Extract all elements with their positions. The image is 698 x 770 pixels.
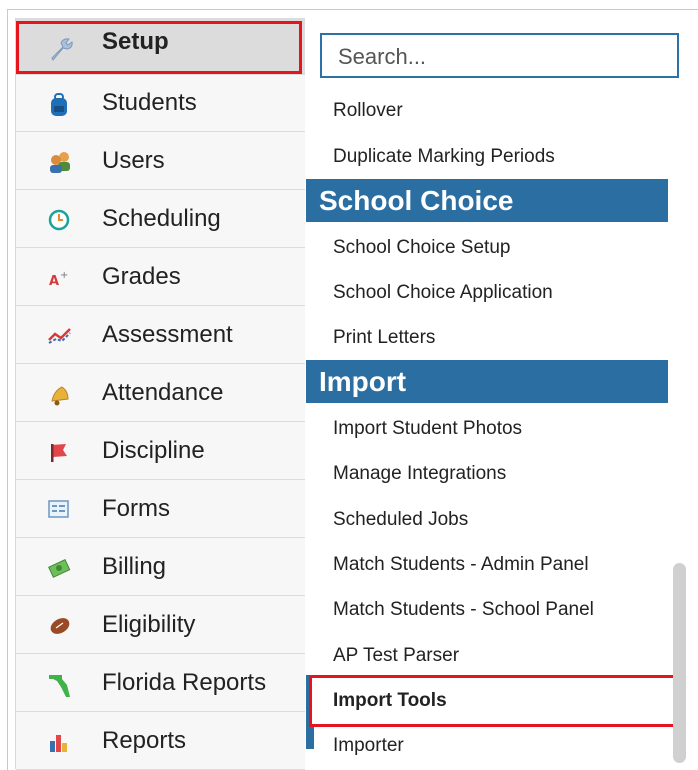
sidebar-item-label: Users (102, 147, 165, 174)
sidebar-item-students[interactable]: Students (16, 75, 305, 132)
menu-item-ap-test-parser[interactable]: AP Test Parser (333, 645, 459, 667)
flag-icon (48, 441, 70, 463)
menu-item-importer[interactable]: Importer (333, 735, 404, 757)
menu-item-match-students-school-panel[interactable]: Match Students - School Panel (333, 599, 594, 621)
bell-icon (48, 383, 70, 406)
sidebar-item-label: Billing (102, 553, 167, 580)
florida-map-icon (48, 673, 70, 697)
scrollbar[interactable] (673, 563, 686, 763)
sidebar-item-discipline[interactable]: Discipline (16, 423, 305, 480)
backpack-icon (48, 93, 70, 116)
sidebar-item-label: Reports (102, 727, 187, 754)
sidebar-item-users[interactable]: Users (16, 133, 305, 190)
sidebar-item-label: Forms (102, 495, 170, 522)
line-chart-icon (48, 325, 71, 347)
sidebar-item-label: Students (102, 89, 197, 116)
menu-item-school-choice-application[interactable]: School Choice Application (333, 282, 553, 304)
users-icon (48, 151, 70, 173)
sidebar-item-label: Assessment (102, 321, 233, 348)
menu-item-manage-integrations[interactable]: Manage Integrations (333, 463, 506, 485)
sidebar-item-scheduling[interactable]: Scheduling (16, 191, 305, 248)
svg-text:+: + (60, 270, 68, 281)
sidebar-item-label: Discipline (102, 437, 205, 464)
clock-icon (48, 209, 70, 231)
menu-item-school-choice-setup[interactable]: School Choice Setup (333, 237, 510, 259)
menu-item-import-student-photos[interactable]: Import Student Photos (333, 418, 522, 440)
menu-item-scheduled-jobs[interactable]: Scheduled Jobs (333, 509, 468, 531)
sidebar-item-label: Eligibility (102, 611, 196, 638)
sidebar-item-eligibility[interactable]: Eligibility (16, 597, 305, 654)
sidebar-item-assessment[interactable]: Assessment (16, 307, 305, 364)
form-icon (48, 499, 70, 521)
menu-item-print-letters[interactable]: Print Letters (333, 327, 435, 349)
money-icon (48, 557, 71, 579)
sidebar-item-florida-reports[interactable]: Florida Reports (16, 655, 305, 712)
sidebar-item-attendance[interactable]: Attendance (16, 365, 305, 422)
menu-item-duplicate-marking-periods[interactable]: Duplicate Marking Periods (333, 146, 555, 168)
sidebar-item-grades[interactable]: A + Grades (16, 249, 305, 306)
menu-item-match-students-admin-panel[interactable]: Match Students - Admin Panel (333, 554, 589, 576)
sidebar-item-label: Setup (102, 28, 169, 55)
football-icon (48, 615, 70, 637)
bar-chart-icon (48, 731, 70, 753)
sidebar: Setup Students Users Scheduling A + Grade… (15, 18, 305, 770)
svg-text:A: A (49, 274, 59, 289)
wrench-icon (48, 36, 73, 61)
sidebar-item-setup[interactable]: Setup (16, 18, 305, 75)
sidebar-item-label: Attendance (102, 379, 224, 406)
menu-item-import-tools[interactable]: Import Tools (333, 690, 447, 712)
section-header-import: Import (306, 360, 668, 403)
sidebar-item-label: Scheduling (102, 205, 221, 232)
sidebar-item-forms[interactable]: Forms (16, 481, 305, 538)
menu-item-rollover[interactable]: Rollover (333, 100, 403, 122)
sidebar-item-label: Grades (102, 263, 181, 290)
sidebar-item-billing[interactable]: Billing (16, 539, 305, 596)
grade-a-plus-icon: A + (48, 267, 70, 289)
search-input[interactable]: Search... (320, 33, 679, 78)
sidebar-item-label: Florida Reports (102, 669, 267, 696)
section-header-school-choice: School Choice (306, 179, 668, 222)
sidebar-item-reports[interactable]: Reports (16, 713, 305, 770)
